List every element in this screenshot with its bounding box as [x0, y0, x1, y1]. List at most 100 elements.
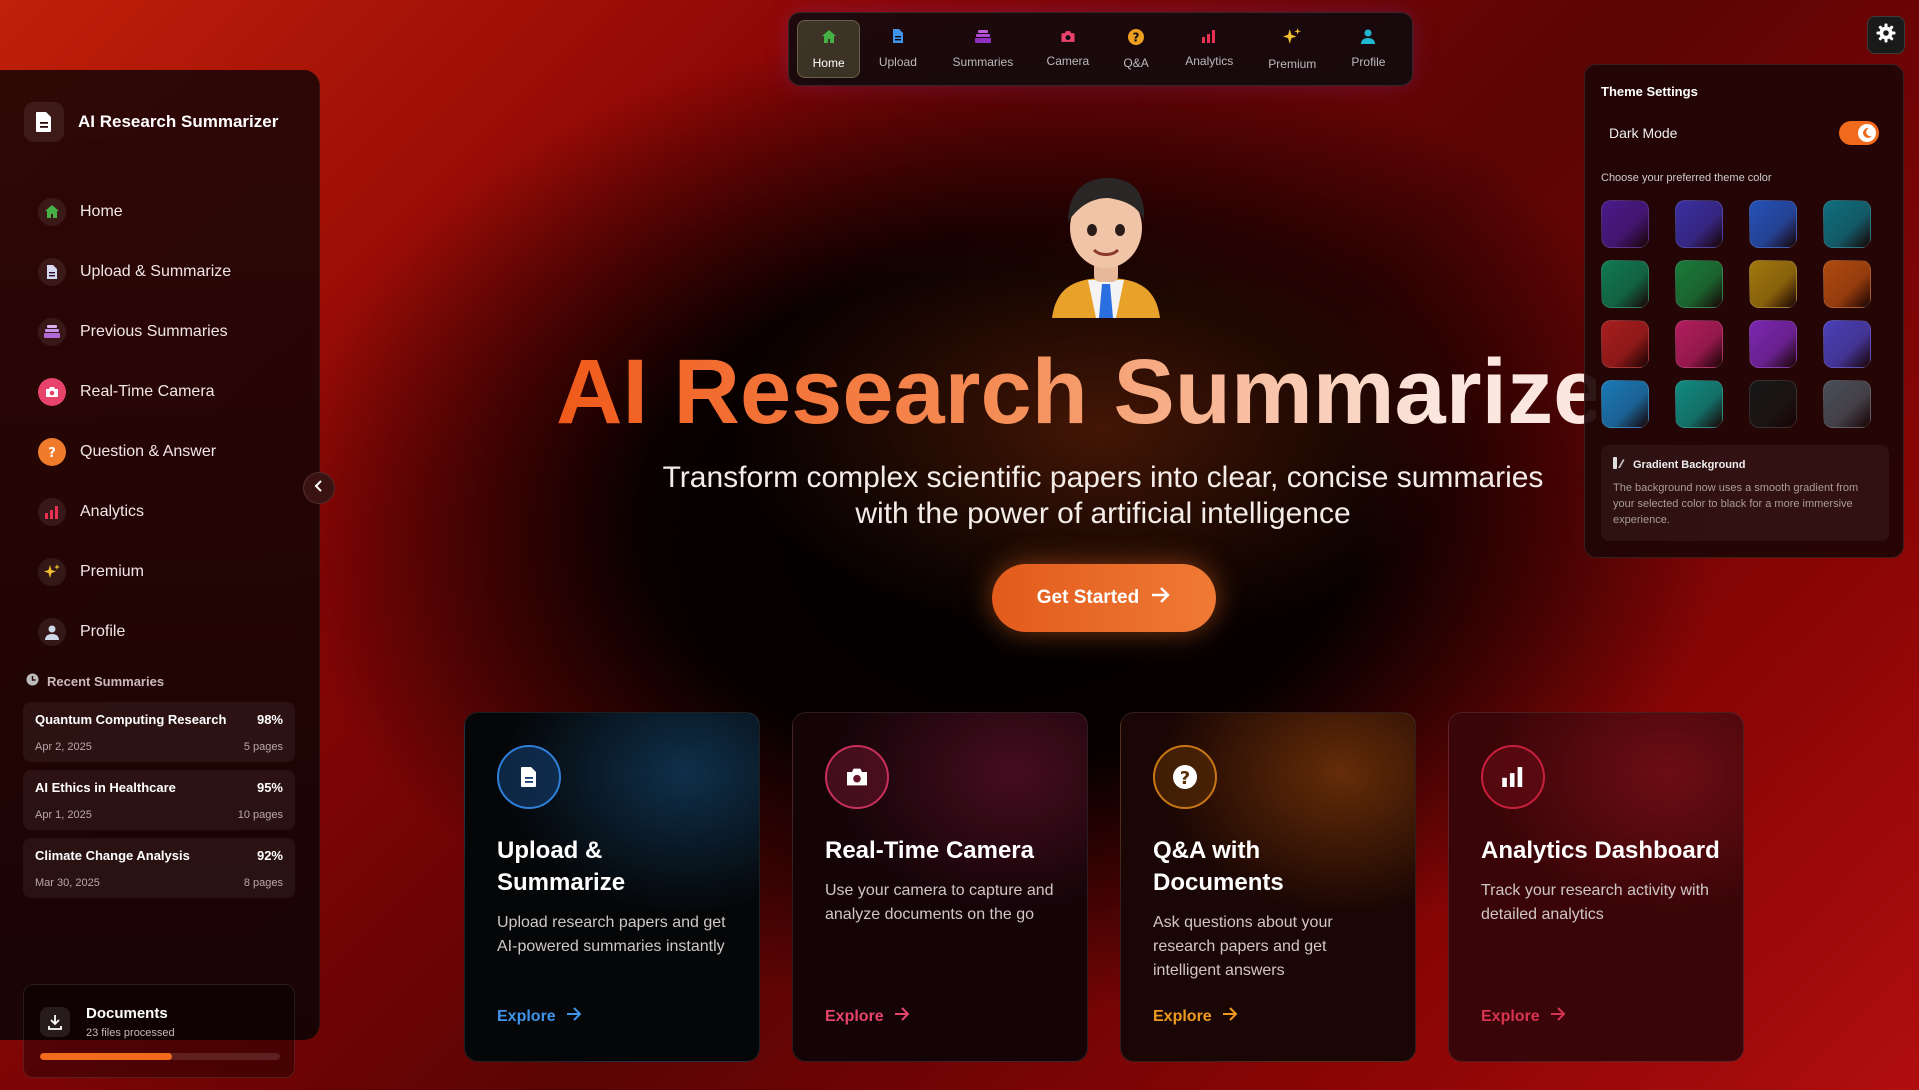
feature-card-camera[interactable]: Real-Time Camera Use your camera to capt… — [792, 712, 1088, 1062]
arrow-right-icon — [566, 1007, 582, 1026]
sidebar-item-label: Real-Time Camera — [80, 383, 215, 400]
arrow-right-icon — [1550, 1007, 1566, 1026]
recent-summaries-heading: Recent Summaries — [26, 673, 164, 689]
theme-color-swatch[interactable] — [1675, 260, 1723, 308]
theme-color-swatch[interactable] — [1601, 380, 1649, 428]
sidebar-item-camera[interactable]: Real-Time Camera — [38, 362, 231, 422]
document-icon — [24, 102, 64, 142]
recent-date: Apr 1, 2025 — [35, 809, 92, 821]
tab-label: Camera — [1046, 54, 1090, 68]
theme-color-swatch[interactable] — [1601, 320, 1649, 368]
sidebar-item-upload[interactable]: Upload & Summarize — [38, 242, 231, 302]
download-icon — [40, 1007, 70, 1037]
tab-summaries[interactable]: Summaries — [935, 20, 1030, 78]
explore-link[interactable]: Explore — [825, 1007, 910, 1026]
brand[interactable]: AI Research Summarizer — [24, 102, 278, 142]
recent-title: Quantum Computing Research — [35, 712, 227, 727]
theme-color-swatch[interactable] — [1749, 200, 1797, 248]
hero-title: AI Research Summarize — [556, 341, 1605, 443]
tab-qa[interactable]: ? Q&A — [1105, 20, 1166, 78]
tab-upload[interactable]: Upload — [860, 20, 935, 78]
card-description: Ask questions about your research papers… — [1153, 914, 1333, 979]
documents-progress-bar — [40, 1053, 280, 1060]
theme-color-swatch[interactable] — [1823, 380, 1871, 428]
avatar-illustration — [1044, 168, 1168, 318]
theme-color-swatch[interactable] — [1823, 200, 1871, 248]
document-icon — [38, 258, 66, 286]
theme-color-swatch[interactable] — [1601, 200, 1649, 248]
feature-card-analytics[interactable]: Analytics Dashboard Track your research … — [1448, 712, 1744, 1062]
theme-color-swatch[interactable] — [1823, 320, 1871, 368]
camera-icon — [1060, 30, 1076, 48]
user-icon — [1361, 29, 1376, 49]
sidebar-item-qa[interactable]: ? Question & Answer — [38, 422, 231, 482]
chevron-left-icon — [314, 479, 324, 497]
explore-label: Explore — [1153, 1007, 1212, 1025]
theme-color-swatch[interactable] — [1749, 380, 1797, 428]
list-item[interactable]: AI Ethics in Healthcare 95% Apr 1, 2025 … — [23, 770, 295, 830]
explore-link[interactable]: Explore — [1481, 1007, 1566, 1026]
dark-mode-toggle[interactable] — [1839, 121, 1879, 145]
svg-text:?: ? — [1133, 30, 1140, 44]
tab-home[interactable]: Home — [797, 20, 861, 78]
sidebar-item-label: Premium — [80, 563, 145, 580]
recent-pages: 5 pages — [243, 741, 283, 753]
sidebar-item-label: Analytics — [80, 503, 145, 520]
card-description: Use your camera to capture and analyze d… — [825, 882, 1054, 923]
sidebar-item-summaries[interactable]: Previous Summaries — [38, 302, 231, 362]
documents-subtitle: 23 files processed — [86, 1027, 175, 1039]
palette-icon — [1613, 457, 1625, 472]
documents-title: Documents — [86, 1005, 168, 1022]
recent-percent: 95% — [256, 780, 283, 795]
clock-icon — [26, 673, 39, 689]
recent-date: Apr 2, 2025 — [35, 741, 92, 753]
recent-title: Climate Change Analysis — [35, 848, 190, 863]
tab-camera[interactable]: Camera — [1030, 20, 1105, 78]
tab-label: Profile — [1351, 55, 1386, 69]
card-description: Upload research papers and get AI-powere… — [497, 914, 726, 955]
question-icon: ? — [1128, 28, 1145, 50]
sparkles-icon — [1283, 27, 1302, 51]
theme-settings-title: Theme Settings — [1601, 84, 1698, 99]
sidebar: AI Research Summarizer Home Upload & Sum… — [0, 70, 320, 1078]
get-started-button[interactable]: Get Started — [992, 564, 1216, 632]
user-icon — [38, 618, 66, 646]
recent-pages: 8 pages — [243, 877, 283, 889]
theme-color-swatch[interactable] — [1675, 320, 1723, 368]
tab-profile[interactable]: Profile — [1333, 20, 1404, 78]
sidebar-item-home[interactable]: Home — [38, 182, 231, 242]
theme-color-swatch[interactable] — [1675, 200, 1723, 248]
card-description: Track your research activity with detail… — [1481, 882, 1709, 923]
explore-link[interactable]: Explore — [1153, 1007, 1238, 1026]
camera-icon — [825, 745, 889, 809]
tab-analytics[interactable]: Analytics — [1167, 20, 1252, 78]
sidebar-item-label: Home — [80, 203, 123, 220]
gradient-note-text: The background now uses a smooth gradien… — [1613, 482, 1859, 526]
list-item[interactable]: Climate Change Analysis 92% Mar 30, 2025… — [23, 838, 295, 898]
theme-color-swatch[interactable] — [1601, 260, 1649, 308]
gear-icon — [1876, 23, 1896, 48]
tab-label: Q&A — [1123, 55, 1149, 70]
theme-color-swatch[interactable] — [1823, 260, 1871, 308]
theme-color-swatch[interactable] — [1675, 380, 1723, 428]
explore-label: Explore — [1481, 1007, 1540, 1025]
sidebar-item-premium[interactable]: Premium — [38, 542, 231, 602]
settings-button[interactable] — [1867, 16, 1905, 54]
arrow-right-icon — [894, 1007, 910, 1026]
sidebar-collapse-button[interactable] — [303, 472, 335, 504]
tab-premium[interactable]: Premium — [1252, 20, 1333, 78]
home-icon — [820, 29, 838, 50]
feature-card-upload[interactable]: Upload & Summarize Upload research paper… — [464, 712, 760, 1062]
theme-color-swatch[interactable] — [1749, 260, 1797, 308]
list-item[interactable]: Quantum Computing Research 98% Apr 2, 20… — [23, 702, 295, 762]
theme-color-swatch[interactable] — [1749, 320, 1797, 368]
theme-color-swatches — [1601, 200, 1871, 428]
sidebar-item-analytics[interactable]: Analytics — [38, 482, 231, 542]
svg-text:?: ? — [1180, 768, 1190, 789]
documents-card[interactable]: Documents 23 files processed — [23, 984, 295, 1078]
explore-link[interactable]: Explore — [497, 1007, 582, 1026]
recent-pages: 10 pages — [237, 809, 283, 821]
feature-card-qa[interactable]: ? Q&A with Documents Ask questions about… — [1120, 712, 1416, 1062]
recent-summaries-list: Quantum Computing Research 98% Apr 2, 20… — [23, 702, 295, 906]
sidebar-item-profile[interactable]: Profile — [38, 602, 231, 662]
